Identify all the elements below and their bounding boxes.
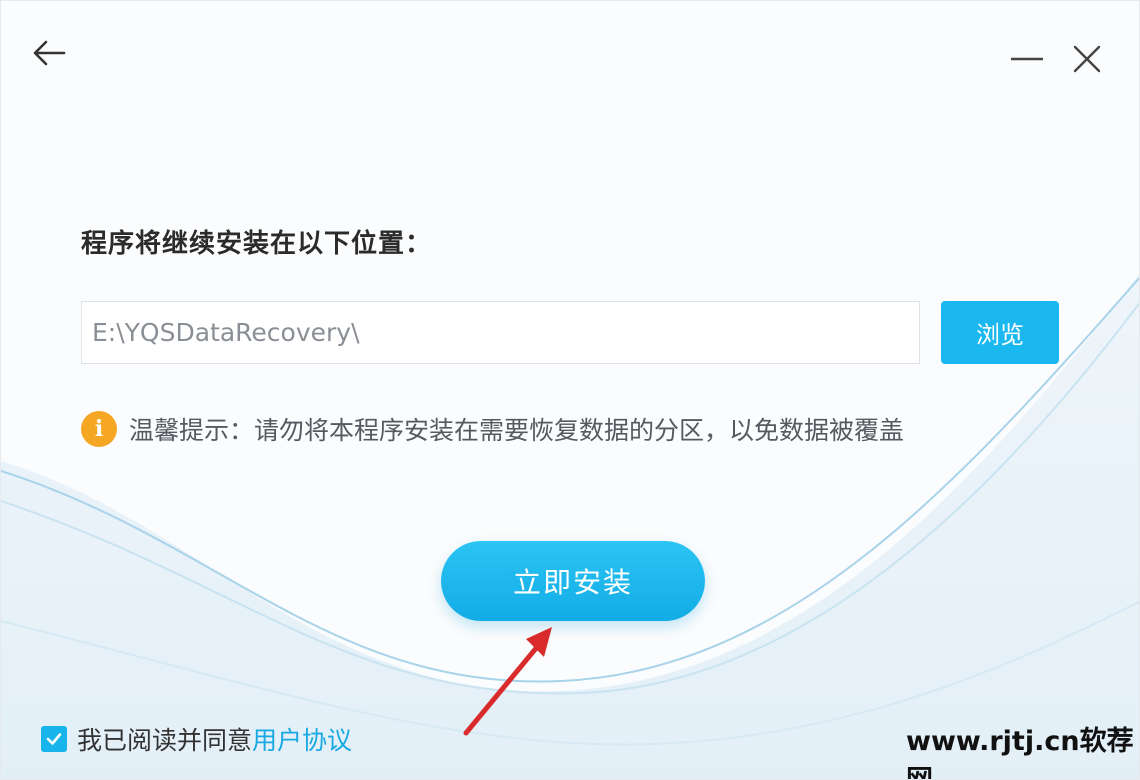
background-wave xyxy=(1,273,1139,779)
install-path-input[interactable] xyxy=(81,301,920,364)
install-location-title: 程序将继续安装在以下位置： xyxy=(81,229,433,259)
back-button[interactable] xyxy=(29,35,69,71)
minimize-button[interactable] xyxy=(1007,39,1047,79)
close-button[interactable] xyxy=(1067,39,1107,79)
minimize-icon xyxy=(1011,57,1043,61)
install-tip: i 温馨提示：请勿将本程序安装在需要恢复数据的分区，以免数据被覆盖 xyxy=(81,411,904,447)
agree-text: 我已阅读并同意 xyxy=(77,726,253,755)
installer-window: 程序将继续安装在以下位置： 浏览 i 温馨提示：请勿将本程序安装在需要恢复数据的… xyxy=(0,0,1140,780)
user-agreement-link[interactable]: 用户协议 xyxy=(252,721,352,757)
close-icon xyxy=(1073,45,1101,73)
tip-text: 温馨提示：请勿将本程序安装在需要恢复数据的分区，以免数据被覆盖 xyxy=(129,416,905,445)
watermark: www.rjtj.cn软荐网 xyxy=(906,726,1134,779)
arrow-left-icon xyxy=(33,40,66,66)
annotation-arrow-icon xyxy=(463,627,552,736)
install-now-button[interactable]: 立即安装 xyxy=(441,541,705,621)
browse-button[interactable]: 浏览 xyxy=(941,301,1059,364)
checkmark-icon xyxy=(46,733,62,745)
info-icon: i xyxy=(81,411,117,447)
agree-checkbox[interactable] xyxy=(41,726,67,752)
agreement-row: 我已阅读并同意 用户协议 xyxy=(41,721,352,757)
